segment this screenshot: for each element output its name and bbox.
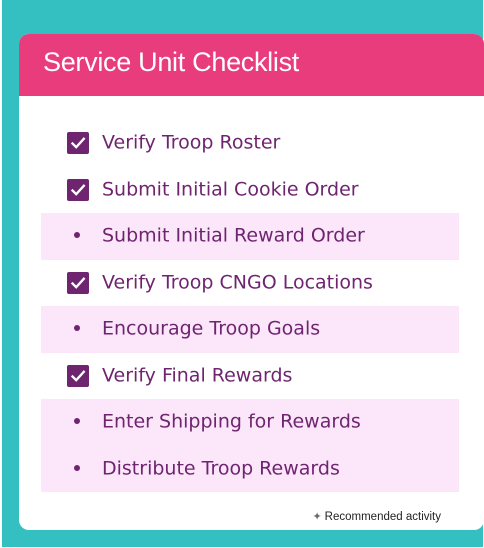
recommended-activity-legend: ✦ Recommended activity (312, 510, 441, 523)
checklist-item-1[interactable]: Verify Troop Roster (41, 120, 459, 167)
checklist-item-label: Verify Final Rewards (102, 364, 293, 387)
checklist-item-label: Distribute Troop Rewards (102, 457, 340, 480)
bullet-icon (74, 464, 80, 471)
service-unit-checklist-card: Service Unit Checklist Verify Troop Rost… (19, 34, 484, 530)
checklist-item-5[interactable]: Encourage Troop Goals (41, 306, 459, 353)
checklist-item-label: Verify Troop CNGO Locations (102, 271, 373, 294)
checked-checkbox-icon[interactable] (67, 271, 89, 294)
checked-checkbox-icon[interactable] (67, 132, 89, 155)
legend-label: Recommended activity (324, 511, 441, 523)
checklist-item-label: Encourage Troop Goals (102, 317, 321, 340)
checklist-item-8[interactable]: Distribute Troop Rewards (41, 445, 459, 492)
checklist-item-3[interactable]: Submit Initial Reward Order (41, 213, 459, 260)
checklist-item-6[interactable]: Verify Final Rewards (41, 353, 459, 400)
outer-frame: Service Unit Checklist Verify Troop Rost… (2, 0, 484, 547)
checklist-item-label: Verify Troop Roster (102, 131, 281, 154)
checklist-item-4[interactable]: Verify Troop CNGO Locations (41, 260, 459, 307)
checked-checkbox-icon[interactable] (67, 364, 89, 387)
bullet-icon (74, 232, 80, 239)
checklist: Verify Troop Roster Submit Initial Cooki… (41, 120, 459, 492)
checklist-item-label: Submit Initial Cookie Order (102, 178, 359, 201)
bullet-icon (74, 325, 80, 332)
checked-checkbox-icon[interactable] (67, 178, 89, 201)
bullet-icon (74, 418, 80, 425)
checklist-item-label: Submit Initial Reward Order (102, 224, 365, 247)
checklist-item-label: Enter Shipping for Rewards (102, 410, 361, 433)
card-title: Service Unit Checklist (19, 34, 484, 96)
diamond-star-icon: ✦ (312, 511, 322, 523)
checklist-item-2[interactable]: Submit Initial Cookie Order (41, 167, 459, 214)
checklist-item-7[interactable]: Enter Shipping for Rewards (41, 399, 459, 446)
